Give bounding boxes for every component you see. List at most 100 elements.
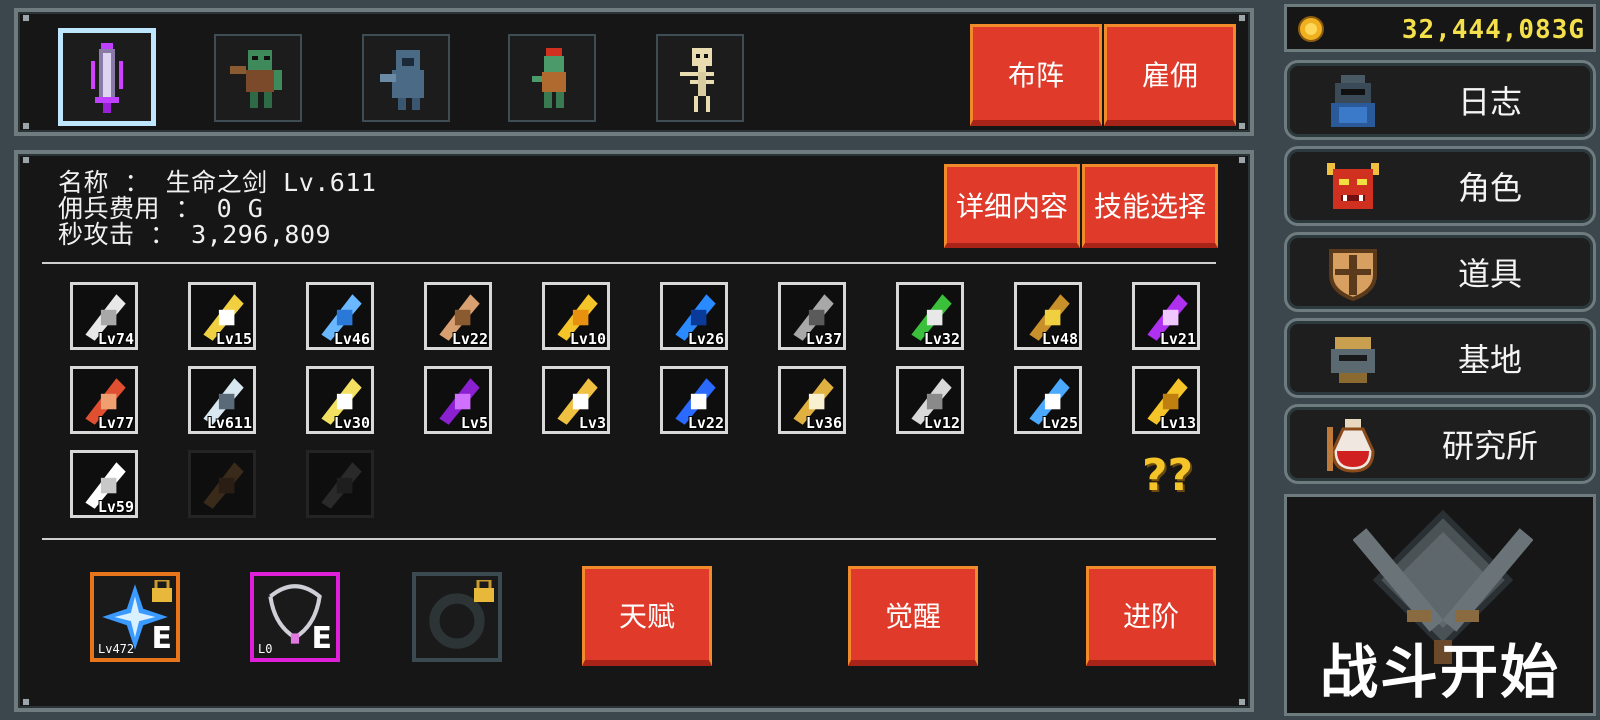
skill-level: Lv25 xyxy=(1041,414,1078,432)
locked-spear-icon xyxy=(321,462,362,509)
hooded-ghost-icon xyxy=(380,50,424,110)
goblin-icon xyxy=(532,48,566,108)
roster-slot-orc[interactable] xyxy=(214,34,302,122)
skill-slot[interactable]: Lv74 xyxy=(70,282,138,350)
demon-mask-icon xyxy=(1327,163,1379,209)
skill-slot[interactable]: Lv611 xyxy=(188,366,256,434)
skill-slot[interactable]: Lv30 xyxy=(306,366,374,434)
equip-grade: E xyxy=(151,621,173,656)
purple-sword-icon xyxy=(91,43,123,113)
skill-slot[interactable]: Lv25 xyxy=(1014,366,1082,434)
skill-level: Lv611 xyxy=(206,414,252,432)
gold-coin-icon xyxy=(1298,16,1324,42)
talent-button[interactable]: 天赋 xyxy=(582,566,712,666)
skill-level: Lv36 xyxy=(805,414,842,432)
skill-slot[interactable]: Lv12 xyxy=(896,366,964,434)
skill-slot[interactable]: Lv46 xyxy=(306,282,374,350)
battle-label: 战斗开始 xyxy=(1319,638,1560,706)
skill-level: Lv22 xyxy=(451,330,488,348)
skill-level: Lv21 xyxy=(1159,330,1196,348)
menu-label: 角色 xyxy=(1457,169,1522,207)
skill-slot[interactable] xyxy=(188,450,256,518)
start-battle-button[interactable]: 战斗开始 xyxy=(1284,494,1596,716)
unit-name-text: 名称 ： 生命之剑 Lv.611 xyxy=(58,168,377,197)
shield-emblem-icon xyxy=(1329,249,1377,302)
equip-slot-crystal[interactable]: Lv472 E xyxy=(90,572,180,662)
skill-slot[interactable]: Lv15 xyxy=(188,282,256,350)
equip-grade: E xyxy=(311,621,333,656)
skill-slot[interactable]: Lv26 xyxy=(660,282,728,350)
rivet xyxy=(1238,122,1246,130)
menu-character-button[interactable]: 角色 xyxy=(1284,146,1596,226)
menu-label: 基地 xyxy=(1457,341,1522,379)
skill-level: Lv10 xyxy=(569,330,606,348)
equip-level: L0 xyxy=(258,642,273,656)
journal-knight-icon xyxy=(1331,75,1375,127)
skill-level: Lv26 xyxy=(687,330,724,348)
menu-label: 日志 xyxy=(1457,83,1522,121)
skill-level: Lv59 xyxy=(97,498,134,516)
formation-button[interactable]: 布阵 xyxy=(970,24,1102,126)
skill-level: Lv74 xyxy=(97,330,134,348)
skill-level: Lv77 xyxy=(97,414,134,432)
skill-slot[interactable]: Lv22 xyxy=(424,282,492,350)
skill-level: Lv12 xyxy=(923,414,960,432)
rivet xyxy=(22,698,30,706)
gold-amount: 32,444,083G xyxy=(1401,15,1585,45)
gold-display: 32,444,083G xyxy=(1284,4,1596,52)
unknown-skill-icon: ?? xyxy=(1142,450,1194,501)
skill-slot[interactable]: Lv10 xyxy=(542,282,610,350)
roster-slot-goblin[interactable] xyxy=(508,34,596,122)
skill-level: Lv46 xyxy=(333,330,370,348)
skill-slot[interactable]: Lv3 xyxy=(542,366,610,434)
skill-slot[interactable]: Lv48 xyxy=(1014,282,1082,350)
skill-level: Lv13 xyxy=(1159,414,1196,432)
awaken-button[interactable]: 觉醒 xyxy=(848,566,978,666)
menu-label: 研究所 xyxy=(1441,427,1538,465)
skill-select-button[interactable]: 技能选择 xyxy=(1082,164,1218,248)
skill-slot[interactable]: Lv77 xyxy=(70,366,138,434)
skill-level: Lv37 xyxy=(805,330,842,348)
roster-slot-ghost[interactable] xyxy=(362,34,450,122)
skill-slot[interactable]: Lv5 xyxy=(424,366,492,434)
skeleton-icon xyxy=(680,48,714,112)
details-button[interactable]: 详细内容 xyxy=(944,164,1080,248)
rivet xyxy=(22,14,30,22)
skill-slot[interactable]: Lv22 xyxy=(660,366,728,434)
menu-base-button[interactable]: 基地 xyxy=(1284,318,1596,398)
roster-slot-sword[interactable] xyxy=(58,28,156,126)
dps-text: 秒攻击 ： 3,296,809 xyxy=(58,220,332,249)
menu-journal-button[interactable]: 日志 xyxy=(1284,60,1596,140)
skill-slot[interactable]: Lv32 xyxy=(896,282,964,350)
skill-level: Lv32 xyxy=(923,330,960,348)
advance-button[interactable]: 进阶 xyxy=(1086,566,1216,666)
skill-level: Lv30 xyxy=(333,414,370,432)
skill-slot[interactable]: Lv59 xyxy=(70,450,138,518)
divider xyxy=(42,262,1216,264)
equip-slot-necklace[interactable]: L0 E xyxy=(250,572,340,662)
skill-slot[interactable]: Lv36 xyxy=(778,366,846,434)
equip-level: Lv472 xyxy=(98,642,135,656)
lock-icon xyxy=(474,580,494,602)
potion-icon xyxy=(1327,419,1375,473)
menu-label: 道具 xyxy=(1457,255,1522,293)
helmet-fortress-icon xyxy=(1331,337,1375,383)
skill-slot[interactable] xyxy=(306,450,374,518)
skill-slot[interactable]: Lv13 xyxy=(1132,366,1200,434)
roster-slot-skeleton[interactable] xyxy=(656,34,744,122)
skill-level: Lv22 xyxy=(687,414,724,432)
skill-level: Lv15 xyxy=(215,330,252,348)
rivet xyxy=(1238,698,1246,706)
menu-lab-button[interactable]: 研究所 xyxy=(1284,404,1596,484)
skill-slot[interactable]: Lv21 xyxy=(1132,282,1200,350)
hire-button[interactable]: 雇佣 xyxy=(1104,24,1236,126)
menu-items-button[interactable]: 道具 xyxy=(1284,232,1596,312)
hire-cost-text: 佣兵费用 ： 0 G xyxy=(58,194,264,223)
skill-level: Lv48 xyxy=(1041,330,1078,348)
equip-slot-ring-empty[interactable] xyxy=(412,572,502,662)
roster-panel: 布阵 雇佣 xyxy=(14,8,1254,136)
skill-level: Lv5 xyxy=(460,414,488,432)
skill-slot[interactable]: Lv37 xyxy=(778,282,846,350)
unit-detail-panel: 名称 ： 生命之剑 Lv.611 佣兵费用 ： 0 G 秒攻击 ： 3,296,… xyxy=(14,150,1254,712)
skill-level: Lv3 xyxy=(578,414,606,432)
